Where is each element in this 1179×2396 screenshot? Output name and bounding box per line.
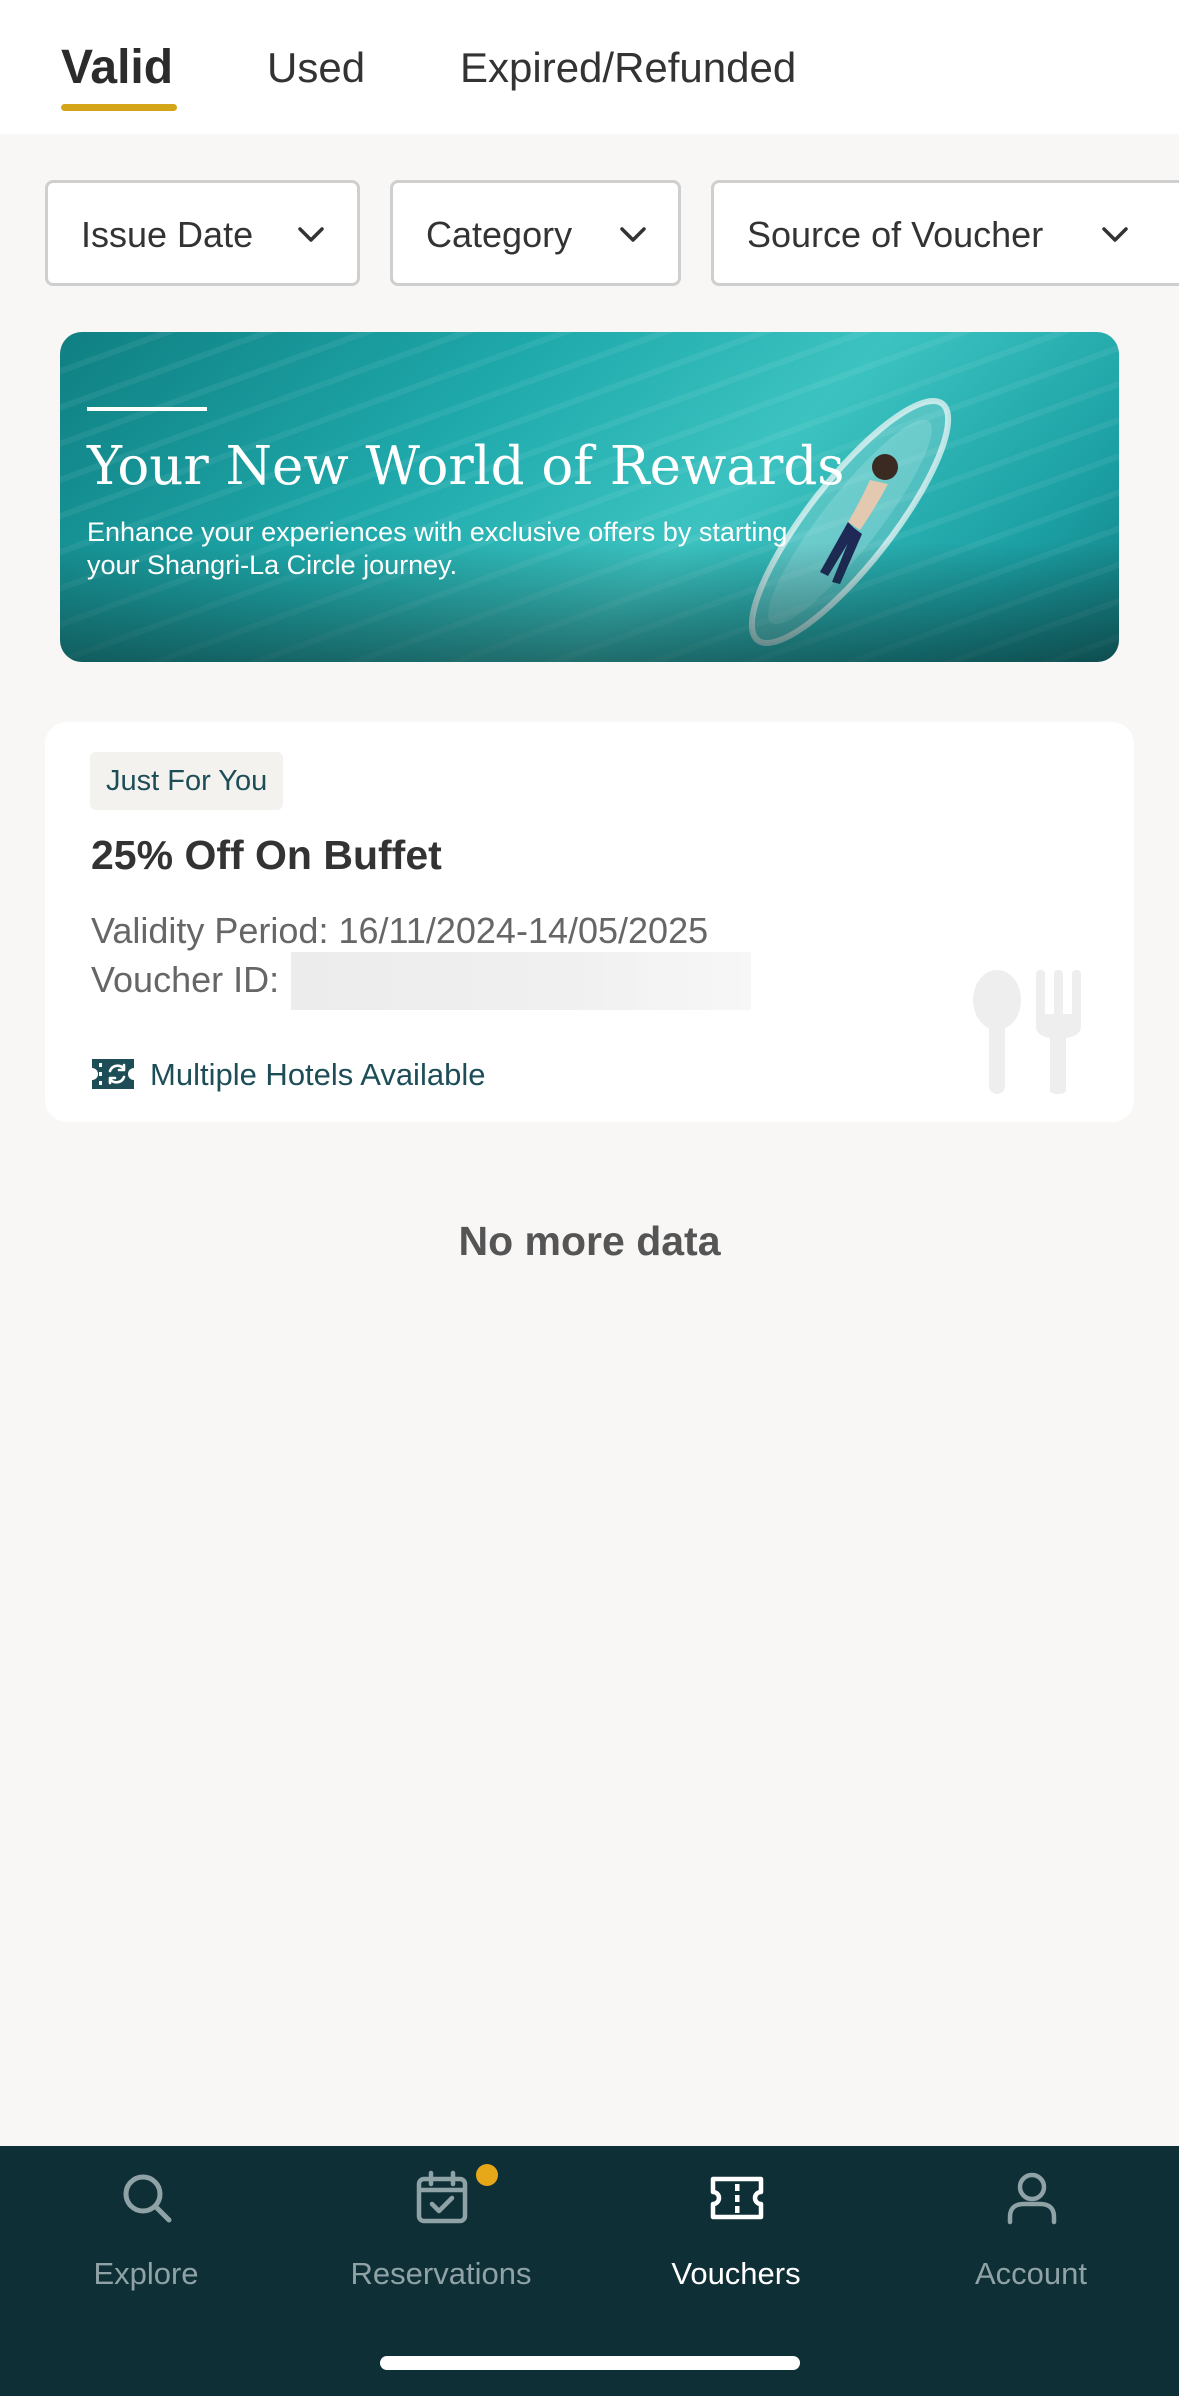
banner-title: Your New World of Rewards: [87, 436, 845, 497]
nav-explore[interactable]: Explore: [21, 2170, 271, 2291]
nav-label: Explore: [93, 2256, 199, 2291]
nav-label: Reservations: [350, 2256, 532, 2291]
voucher-title: 25% Off On Buffet: [91, 832, 442, 878]
chevron-down-icon: [1102, 227, 1128, 242]
banner-subtitle: Enhance your experiences with exclusive …: [87, 517, 788, 580]
cutlery-icon: [973, 970, 1081, 1094]
filter-label: Source of Voucher: [747, 214, 1044, 255]
voucher-id-label: Voucher ID:: [91, 959, 280, 1000]
nav-label: Vouchers: [671, 2256, 801, 2291]
voucher-status-tabs: Valid Used Expired/Refunded: [0, 0, 1179, 134]
chevron-down-icon: [620, 227, 646, 242]
filter-label: Category: [426, 214, 573, 255]
voucher-badge: Just For You: [90, 752, 284, 810]
banner-divider: [87, 407, 207, 411]
list-end-message: No more data: [458, 1218, 721, 1264]
home-indicator[interactable]: [380, 2356, 800, 2370]
person-icon: [1007, 2172, 1057, 2225]
tab-valid[interactable]: Valid: [61, 38, 173, 98]
filter-label: Issue Date: [81, 214, 254, 255]
chevron-down-icon: [298, 227, 324, 242]
voucher-id-redacted: [291, 952, 751, 1010]
nav-label: Account: [974, 2256, 1087, 2291]
calendar-check-icon: [416, 2170, 468, 2224]
tab-used[interactable]: Used: [267, 38, 365, 98]
filter-source-of-voucher[interactable]: Source of Voucher: [711, 180, 1179, 286]
reservations-notification-dot: [476, 2164, 498, 2186]
tab-expired-refunded[interactable]: Expired/Refunded: [460, 38, 796, 98]
hotels-label: Multiple Hotels Available: [150, 1057, 486, 1092]
rewards-banner[interactable]: Your New World of Rewards Enhance your e…: [60, 332, 1119, 662]
nav-account[interactable]: Account: [906, 2170, 1156, 2291]
filter-category[interactable]: Category: [390, 180, 681, 286]
nav-vouchers[interactable]: Vouchers: [611, 2170, 861, 2291]
active-tab-indicator: [61, 104, 177, 111]
voucher-icon: [710, 2176, 764, 2220]
search-icon: [123, 2174, 172, 2223]
nav-reservations[interactable]: Reservations: [316, 2164, 566, 2291]
filter-issue-date[interactable]: Issue Date: [45, 180, 360, 286]
voucher-validity: Validity Period: 16/11/2024-14/05/2025: [91, 910, 709, 951]
filter-bar: Issue Date Category Source of Voucher: [0, 178, 1179, 288]
voucher-card[interactable]: Just For You 25% Off On Buffet Validity …: [45, 722, 1134, 1122]
ticket-swap-icon: [92, 1059, 134, 1089]
